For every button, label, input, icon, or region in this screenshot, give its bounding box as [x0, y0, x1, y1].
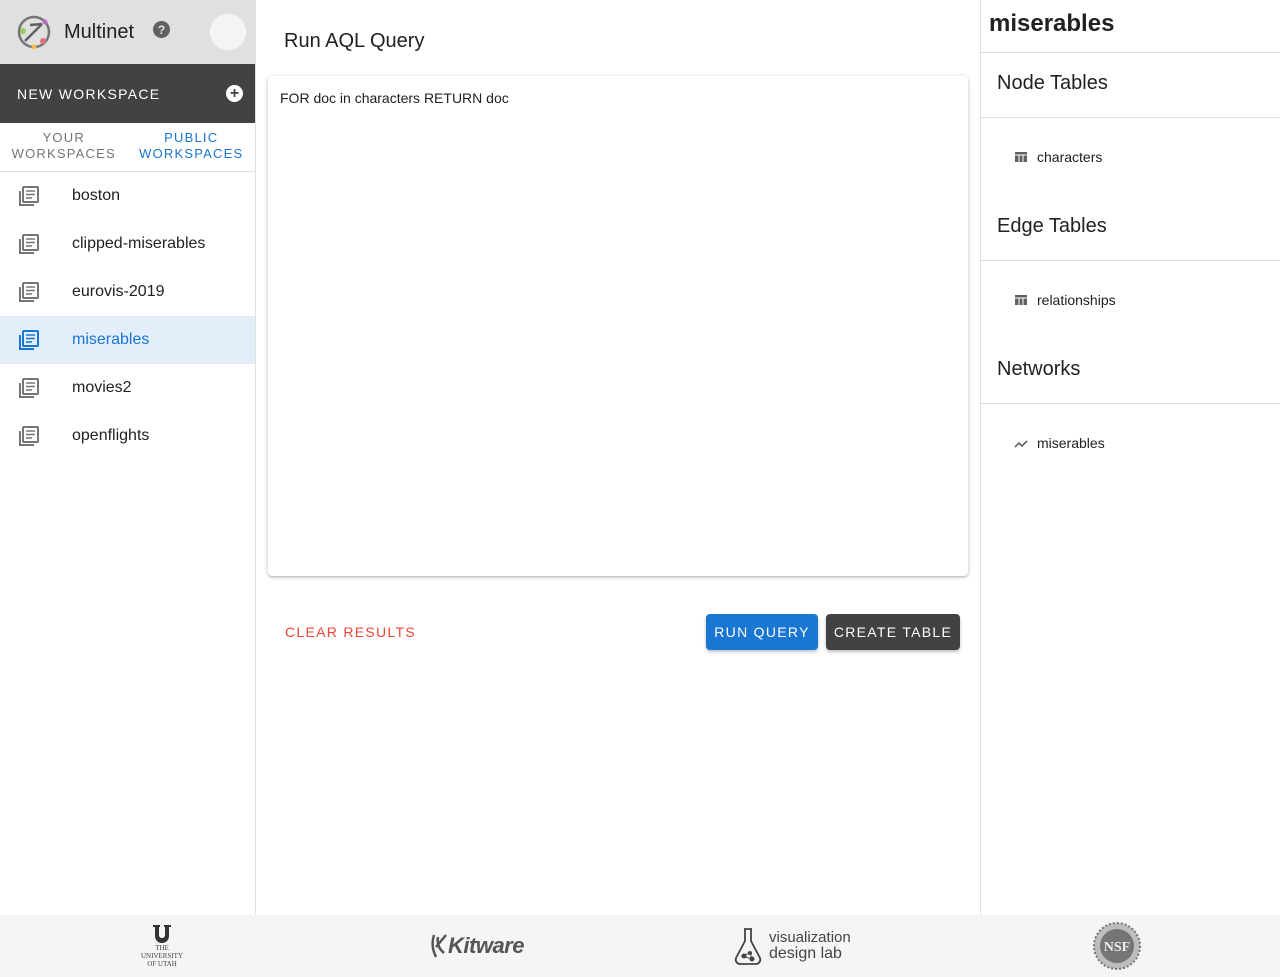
- page-title: Run AQL Query: [284, 30, 425, 52]
- workspace-item-clipped-miserables[interactable]: clipped-miserables: [0, 220, 255, 268]
- node-table-item[interactable]: characters: [981, 149, 1280, 165]
- university-of-utah-logo: THE UNIVERSITY OF UTAH: [136, 923, 188, 969]
- table-icon: [1015, 152, 1027, 162]
- edge-tables-heading: Edge Tables: [981, 196, 1280, 261]
- library-books-icon: [19, 378, 39, 398]
- query-editor[interactable]: FOR doc in characters RETURN doc: [268, 76, 968, 576]
- node-tables-list: characters: [981, 118, 1280, 196]
- new-workspace-label: NEW WORKSPACE: [17, 85, 161, 102]
- clear-results-button[interactable]: CLEAR RESULTS: [285, 614, 416, 650]
- edge-tables-list: relationships: [981, 261, 1280, 339]
- utah-u-icon: [153, 925, 171, 943]
- library-books-icon: [19, 234, 39, 254]
- workspace-item-movies2[interactable]: movies2: [0, 364, 255, 412]
- multinet-logo-icon[interactable]: [16, 14, 52, 50]
- workspace-label: miserables: [72, 331, 150, 348]
- vdl-line2: design lab: [769, 945, 842, 962]
- app-bar: Multinet ?: [0, 0, 255, 64]
- workspace-detail-panel: miserables Node Tables characters Edge T…: [980, 0, 1280, 915]
- workspace-label: clipped-miserables: [72, 235, 206, 252]
- vdl-line1: visualization: [769, 929, 851, 946]
- new-workspace-button[interactable]: NEW WORKSPACE +: [0, 64, 255, 123]
- run-query-button[interactable]: RUN QUERY: [706, 614, 818, 650]
- tab-your-workspaces[interactable]: YOUR WORKSPACES: [0, 123, 128, 171]
- edge-table-label: relationships: [1037, 292, 1116, 308]
- node-table-label: characters: [1037, 149, 1103, 165]
- kitware-logo: Kitware: [430, 923, 524, 969]
- networks-list: miserables: [981, 404, 1280, 482]
- workspace-item-miserables[interactable]: miserables: [0, 316, 255, 364]
- main-content: Run AQL Query FOR doc in characters RETU…: [256, 0, 980, 915]
- query-actions: CLEAR RESULTS RUN QUERY CREATE TABLE: [268, 614, 968, 650]
- workspace-list: boston clipped-miserables eurovis-2019 m…: [0, 172, 255, 460]
- add-circle-icon[interactable]: +: [226, 85, 243, 102]
- workspace-label: openflights: [72, 427, 150, 444]
- nsf-text: NSF: [1104, 940, 1130, 955]
- kitware-mark-icon: [431, 934, 447, 958]
- library-books-icon: [19, 186, 39, 206]
- node-tables-heading: Node Tables: [981, 53, 1280, 118]
- workspace-item-boston[interactable]: boston: [0, 172, 255, 220]
- sidebar: Multinet ? NEW WORKSPACE + YOUR WORKSPAC…: [0, 0, 256, 915]
- workspace-title: miserables: [981, 0, 1280, 53]
- workspace-item-openflights[interactable]: openflights: [0, 412, 255, 460]
- library-books-icon: [19, 282, 39, 302]
- vdl-logo: visualization design lab: [733, 923, 851, 969]
- network-label: miserables: [1037, 435, 1105, 451]
- timeline-icon: [1014, 440, 1028, 448]
- nsf-seal-icon: NSF: [1093, 922, 1141, 970]
- flask-icon: [734, 928, 762, 965]
- kitware-text: Kitware: [448, 933, 524, 958]
- avatar[interactable]: [210, 14, 246, 50]
- networks-heading: Networks: [981, 339, 1280, 404]
- library-books-icon: [19, 426, 39, 446]
- tab-public-workspaces[interactable]: PUBLIC WORKSPACES: [128, 123, 256, 171]
- workspace-label: eurovis-2019: [72, 283, 165, 300]
- university-of-utah-text: THE UNIVERSITY OF UTAH: [141, 944, 183, 968]
- edge-table-item[interactable]: relationships: [981, 292, 1280, 308]
- app-title: Multinet: [64, 20, 135, 43]
- library-books-icon: [19, 330, 39, 350]
- workspace-tabs: YOUR WORKSPACES PUBLIC WORKSPACES: [0, 123, 255, 172]
- footer: THE UNIVERSITY OF UTAH Kitware visualiza…: [0, 915, 1280, 977]
- help-icon[interactable]: ?: [153, 21, 170, 38]
- create-table-button[interactable]: CREATE TABLE: [826, 614, 960, 650]
- workspace-label: boston: [72, 187, 121, 204]
- workspace-item-eurovis-2019[interactable]: eurovis-2019: [0, 268, 255, 316]
- table-icon: [1015, 295, 1027, 305]
- nsf-logo: NSF: [1092, 922, 1142, 970]
- query-text[interactable]: FOR doc in characters RETURN doc: [280, 90, 509, 106]
- workspace-label: movies2: [72, 379, 132, 396]
- network-item[interactable]: miserables: [981, 435, 1280, 451]
